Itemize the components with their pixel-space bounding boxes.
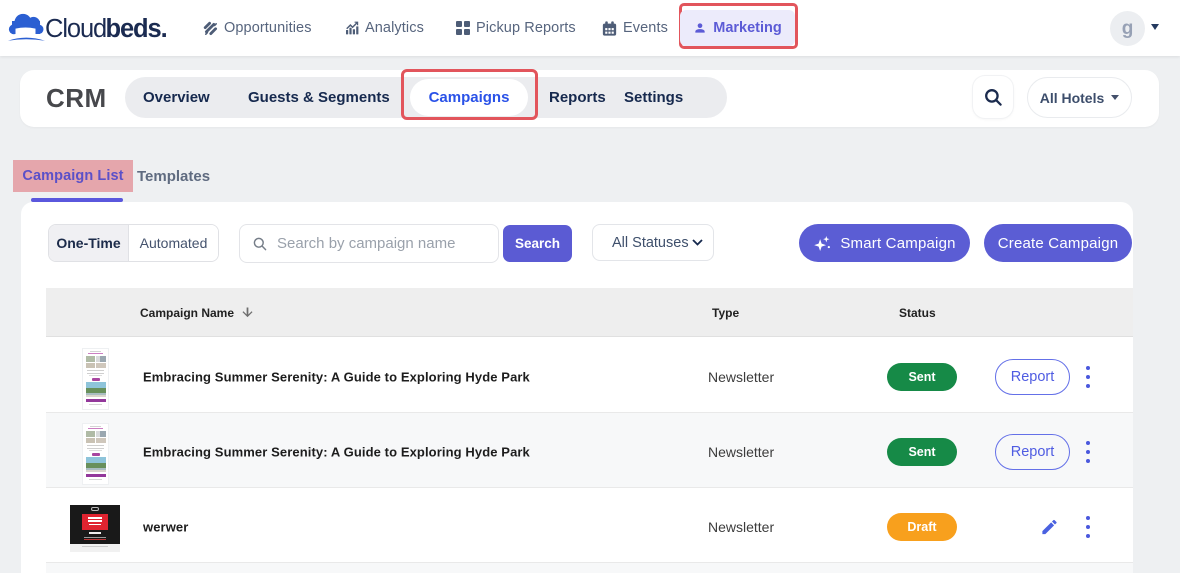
svg-text:beds.: beds. — [106, 15, 167, 43]
svg-text:Cloud: Cloud — [45, 15, 106, 43]
